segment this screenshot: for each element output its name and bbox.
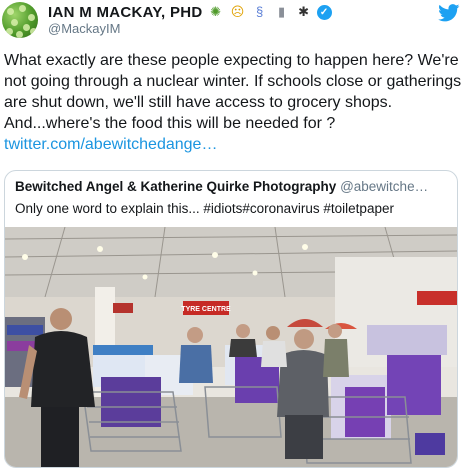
author-display-name[interactable]: IAN M MACKAY, PHD [48, 4, 203, 21]
quoted-author-handle[interactable]: @abewitche… [340, 179, 428, 194]
virus-icon: ✺ [210, 4, 222, 19]
grimacing-face-icon: ☹ [230, 4, 245, 19]
twitter-bird-icon[interactable] [438, 4, 460, 22]
store-sign-text: TYRE CENTRE [181, 306, 231, 313]
author-name-row[interactable]: IAN M MACKAY, PHD ✺ ☹ § ▮ ✱ ✓ [48, 2, 332, 22]
tweet-header: IAN M MACKAY, PHD ✺ ☹ § ▮ ✱ ✓ @MackayIM [0, 0, 468, 44]
verified-badge-icon: ✓ [316, 4, 332, 20]
tweet-link[interactable]: twitter.com/abewitchedange… [4, 136, 217, 153]
test-tube-icon: ▮ [277, 4, 286, 19]
dna-icon: § [255, 4, 264, 19]
quoted-author-name[interactable]: Bewitched Angel & Katherine Quirke Photo… [15, 179, 336, 194]
tweet-body: What exactly are these people expecting … [4, 50, 464, 155]
mosquito-icon: ✱ [298, 4, 310, 19]
tweet-text-line: What exactly are these people expecting … [4, 52, 459, 69]
tweet-text-line: not going through a nuclear winter. If s… [4, 73, 462, 90]
quoted-tweet-header: Bewitched Angel & Katherine Quirke Photo… [15, 179, 428, 194]
store-photo[interactable]: TYRE CENTRE [5, 227, 457, 467]
author-avatar[interactable] [2, 2, 38, 38]
quoted-tweet-card[interactable]: Bewitched Angel & Katherine Quirke Photo… [4, 170, 458, 468]
quoted-tweet-text: Only one word to explain this... #idiots… [15, 201, 394, 216]
author-handle[interactable]: @MackayIM [48, 21, 120, 36]
tweet-text-line: And...where's the food this will be need… [4, 115, 336, 132]
tweet-text-line: are shut down, we'll still have access t… [4, 94, 393, 111]
